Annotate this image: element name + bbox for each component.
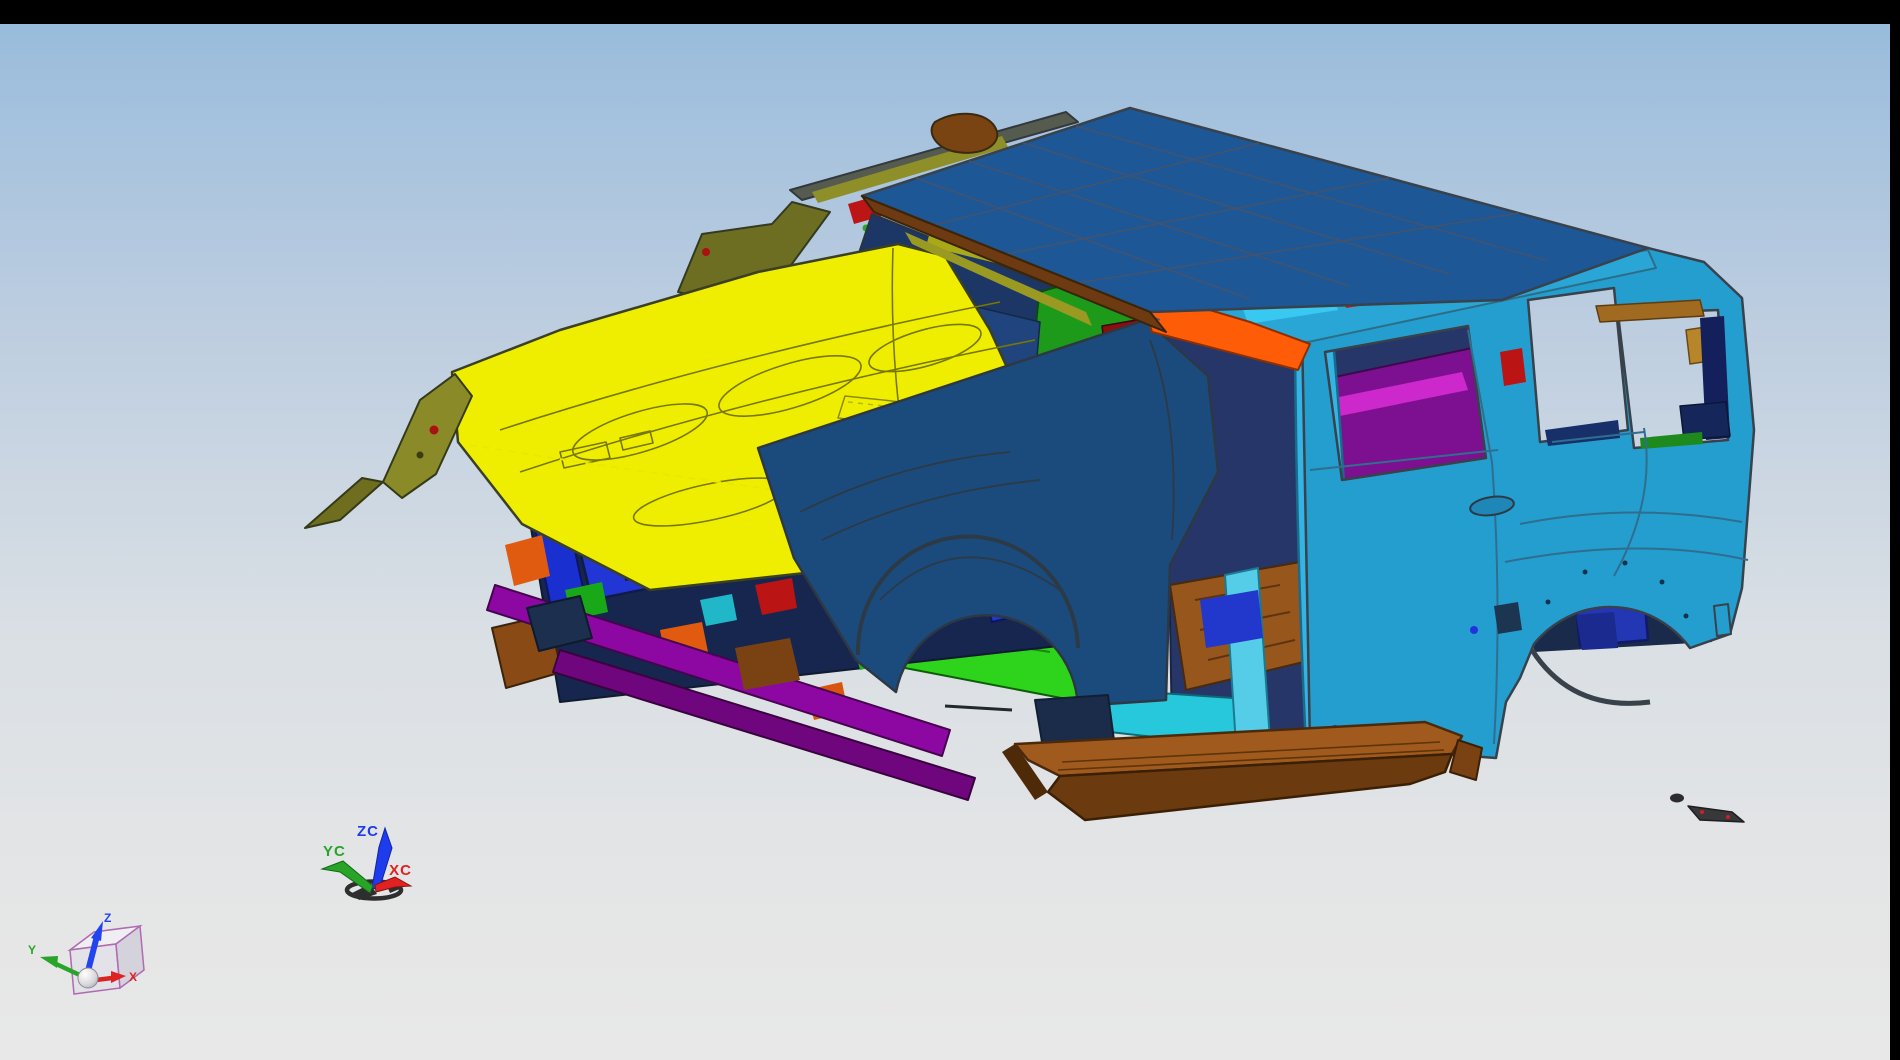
part-cowl-red-dot (702, 248, 710, 256)
part-arch-blue-box-face (1576, 612, 1618, 650)
rail-red-dot (430, 426, 439, 435)
part-interior-blue-box[interactable] (1200, 590, 1263, 648)
cad-viewport[interactable]: ZC YC XC Z Y X (0, 0, 1900, 1060)
wcs-z-label[interactable]: ZC (357, 823, 379, 840)
part-door-corner-wedge (1494, 602, 1522, 634)
debris-red-dot1 (1700, 810, 1704, 814)
rail-hole (417, 452, 424, 459)
right-black-bar (1890, 24, 1900, 1060)
view-z-label: Z (104, 911, 111, 925)
wcs-x-label[interactable]: XC (389, 862, 412, 879)
part-debris-dot[interactable] (1670, 794, 1684, 803)
part-cpillar-red-patch[interactable] (1500, 348, 1526, 386)
view-y-label: Y (28, 943, 36, 957)
part-header-bracket[interactable] (932, 114, 998, 153)
debris-red-dot2 (1726, 815, 1730, 819)
wcs-y-label[interactable]: YC (323, 843, 346, 860)
application-window: ZC YC XC Z Y X (0, 0, 1900, 1060)
top-black-bar (0, 0, 1900, 24)
view-x-label: X (129, 970, 137, 984)
part-rear-tab[interactable] (1714, 604, 1731, 636)
view-origin-sphere[interactable] (78, 968, 98, 988)
